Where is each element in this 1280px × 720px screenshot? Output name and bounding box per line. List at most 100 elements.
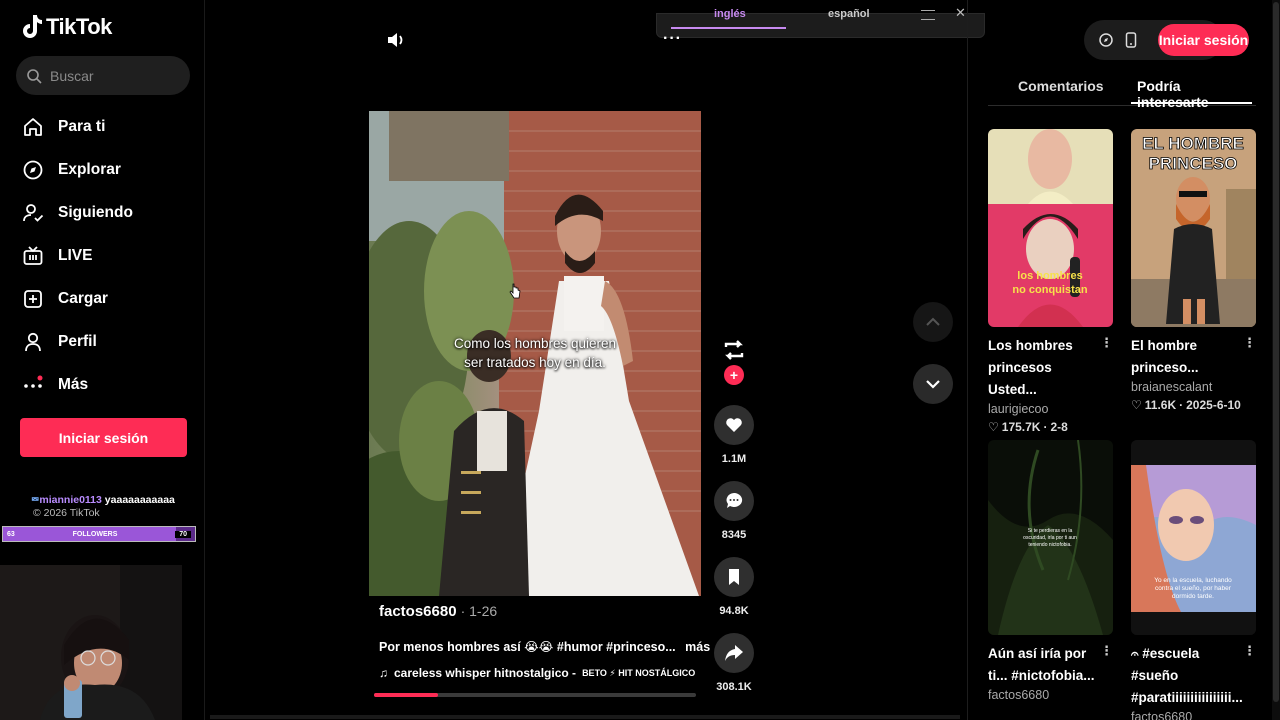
followers-goal: 70 [175, 530, 191, 538]
card-likes: 175.7K [1001, 420, 1041, 434]
nav-item-para-ti[interactable]: Para ti [22, 105, 133, 148]
repost-button[interactable]: + [713, 335, 755, 385]
kebab-menu-icon[interactable]: ⋮ [1243, 335, 1256, 351]
music-artist: BETO ⚡ HIT NOSTÁLGICO [582, 667, 696, 678]
tiktok-note-icon [23, 15, 42, 38]
logo-text: TikTok [46, 14, 112, 39]
kebab-menu-icon[interactable]: ⋮ [1243, 643, 1256, 659]
svg-text:oscuridad, iría por ti aun: oscuridad, iría por ti aun [1023, 535, 1077, 541]
card-user[interactable]: laurigiecoo [988, 402, 1113, 416]
tab-comentarios[interactable]: Comentarios [1018, 78, 1104, 94]
volume-button[interactable] [386, 30, 406, 55]
mobile-phone-icon[interactable] [1125, 32, 1137, 48]
music-note-icon: ♫ [379, 666, 388, 680]
sidebar-login-button[interactable]: Iniciar sesión [20, 418, 187, 457]
more-link[interactable]: más [685, 640, 710, 654]
music-row[interactable]: ♫ careless whisper hitnostalgico - BETO … [379, 666, 695, 680]
like-button[interactable]: 1.1M [713, 405, 755, 465]
next-video-button[interactable] [913, 364, 953, 404]
lang-tab-underline [671, 27, 786, 29]
nav-item-perfil[interactable]: Perfil [22, 320, 133, 363]
recommended-card[interactable]: Si te perdieras en la oscuridad, iría po… [988, 440, 1113, 702]
comment-count: 8345 [721, 529, 747, 541]
chevron-up-icon [926, 317, 940, 326]
video-author-row: factos6680 · 1-26 [379, 603, 497, 620]
search-input[interactable] [50, 67, 180, 84]
recommended-card[interactable]: Yo en la escuela, luchando contra el sue… [1131, 440, 1256, 720]
close-icon[interactable]: ✕ [955, 5, 966, 21]
nav-item-cargar[interactable]: Cargar [22, 277, 133, 320]
compass-small-icon[interactable] [1098, 32, 1114, 48]
svg-text:dormido tarde.: dormido tarde. [1172, 593, 1214, 600]
heart-icon [726, 418, 742, 432]
nav-item-siguiendo[interactable]: Siguiendo [22, 191, 133, 234]
card-title: Aún así iría por ti... #nictofobia... [988, 646, 1095, 683]
more-options-icon[interactable]: ··· [663, 30, 682, 48]
recommended-card[interactable]: EL HOMBRE PRINCESO El hombre princeso...… [1131, 129, 1256, 412]
card-title: Los hombres princesos Usted... [988, 338, 1073, 397]
scrollbar-thumb[interactable] [1273, 2, 1279, 702]
nav-item-live[interactable]: LIVE [22, 234, 133, 277]
horizontal-scrollbar[interactable] [210, 715, 960, 719]
card-title: El hombre princeso... [1131, 338, 1199, 375]
profile-icon [22, 331, 44, 353]
previous-video-button[interactable] [913, 302, 953, 342]
heart-outline-icon: ♡ [1131, 398, 1142, 412]
header-login-button[interactable]: Iniciar sesión [1158, 24, 1249, 56]
description-text: Por menos hombres así 😭😭 #humor #princes… [379, 640, 676, 654]
separator: · [1179, 398, 1184, 412]
comment-button[interactable]: 8345 [713, 481, 755, 541]
card-likes: 11.6K [1144, 398, 1177, 412]
card-thumbnail[interactable]: los hombres no conquistan [988, 129, 1113, 327]
svg-text:PRINCESO: PRINCESO [1149, 154, 1238, 173]
card-stats: ♡ 11.6K · 2025-6-10 [1131, 398, 1256, 412]
video-progress-fill [374, 693, 439, 697]
svg-text:Yo en la escuela, luchando: Yo en la escuela, luchando [1154, 577, 1232, 584]
tiktok-logo[interactable]: TikTok [22, 14, 112, 40]
mouse-cursor-icon [509, 283, 521, 299]
kebab-menu-icon[interactable]: ⋮ [1100, 335, 1113, 351]
comment-icon [726, 492, 743, 508]
card-thumbnail[interactable]: EL HOMBRE PRINCESO [1131, 129, 1256, 327]
heart-outline-icon: ♡ [988, 420, 999, 434]
video-author[interactable]: factos6680 [379, 603, 457, 620]
repost-icon [724, 340, 744, 360]
video-caption: Como los hombres quieren ser tratados ho… [369, 334, 701, 372]
lang-tab-ingles[interactable]: inglés [714, 8, 746, 20]
sidebar: TikTok Para ti Explorar Siguiendo LIVE C… [0, 0, 205, 720]
card-user[interactable]: factos6680 [1131, 710, 1256, 720]
nav-label: LIVE [58, 246, 93, 264]
nav-label: Siguiendo [58, 203, 133, 221]
compass-icon [22, 159, 44, 181]
save-button[interactable]: 94.8K [713, 557, 755, 617]
like-count: 1.1M [721, 453, 747, 465]
tab-podria-interesarte[interactable]: Podría interesarte [1137, 78, 1256, 110]
card-thumbnail[interactable]: Yo en la escuela, luchando contra el sue… [1131, 440, 1256, 635]
svg-text:teniendo nictofobia.: teniendo nictofobia. [1028, 542, 1071, 548]
lang-tab-espanol[interactable]: español [828, 8, 870, 20]
nav-item-explorar[interactable]: Explorar [22, 148, 133, 191]
follow-plus-icon[interactable]: + [724, 365, 744, 385]
video-progress-track[interactable] [374, 693, 696, 697]
menu-lines-icon[interactable] [921, 10, 935, 20]
share-button[interactable]: 308.1K [713, 633, 755, 693]
page-scrollbar[interactable] [1272, 0, 1280, 720]
nav-item-mas[interactable]: Más [22, 363, 133, 406]
live-tv-icon [22, 245, 44, 267]
card-user[interactable]: braianescalant [1131, 380, 1256, 394]
svg-text:los hombres: los hombres [1017, 270, 1082, 282]
copyright: © 2026 TikTok [33, 507, 100, 519]
card-stats: ♡ 175.7K · 2-8 [988, 420, 1113, 434]
caption-line-1: Como los hombres quieren [453, 336, 617, 351]
panel-tabs: Comentarios Podría interesarte [988, 78, 1256, 110]
followers-current: 63 [7, 530, 15, 538]
language-toggle-bar: inglés español ✕ [656, 5, 985, 38]
share-arrow-icon [725, 645, 743, 661]
search-box[interactable] [16, 56, 190, 95]
nav-label: Perfil [58, 332, 97, 350]
card-user[interactable]: factos6680 [988, 688, 1113, 702]
recommended-card[interactable]: los hombres no conquistan Los hombres pr… [988, 129, 1113, 434]
card-thumbnail[interactable]: Si te perdieras en la oscuridad, iría po… [988, 440, 1113, 635]
kebab-menu-icon[interactable]: ⋮ [1100, 643, 1113, 659]
chat-username: miannie0113 [39, 494, 102, 506]
